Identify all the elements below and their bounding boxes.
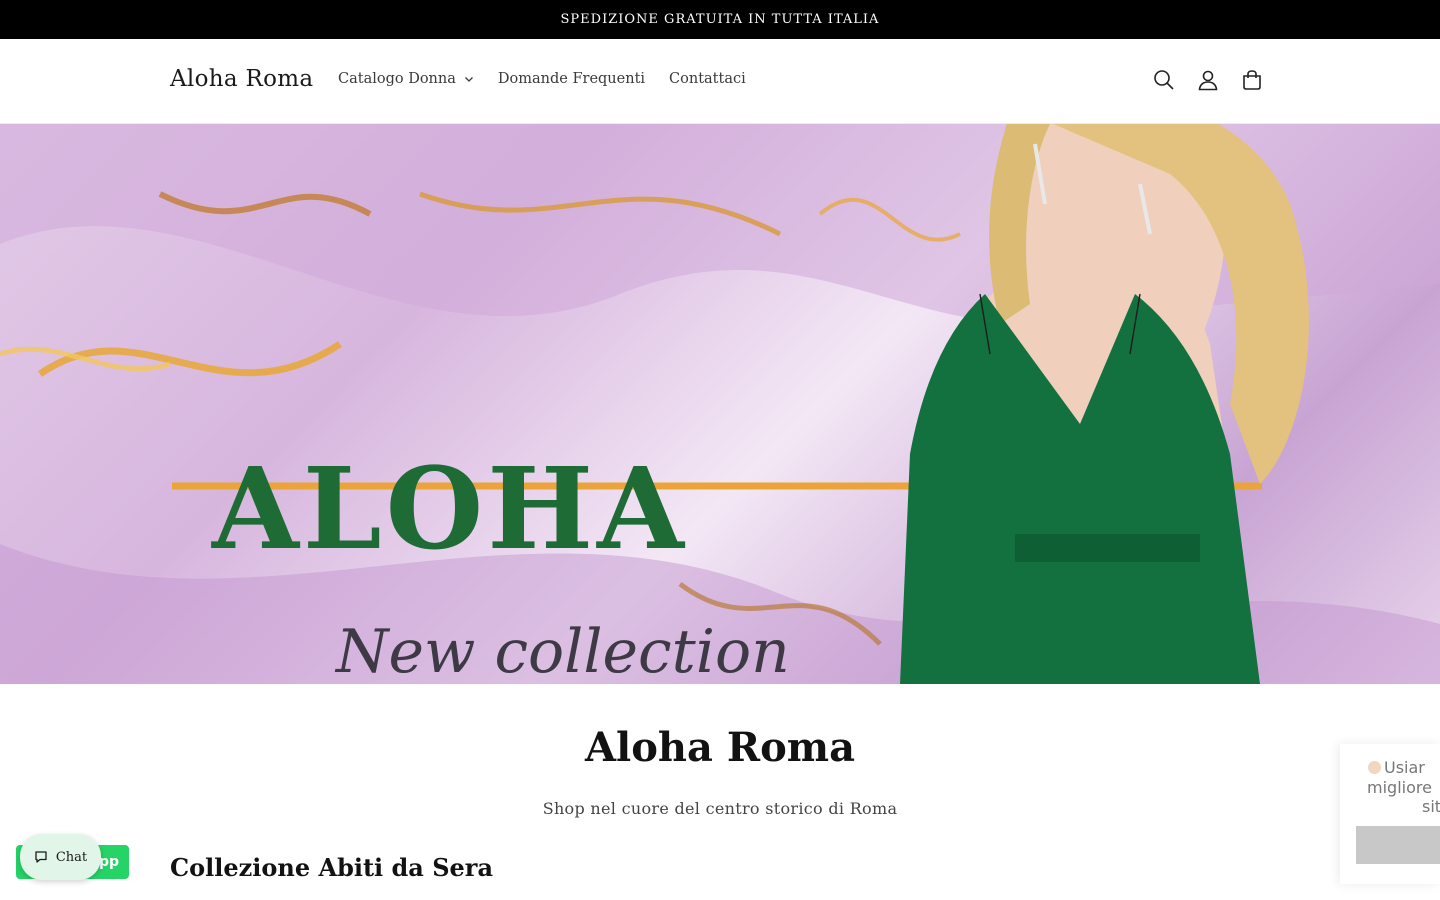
hero-subtitle-text: New collection	[336, 617, 790, 684]
header-icons	[1150, 66, 1266, 94]
hero-image	[0, 124, 1440, 684]
main-nav: Catalogo Donna Domande Frequenti Contatt…	[338, 71, 770, 87]
cookie-text-line-3: sit	[1422, 797, 1440, 816]
announcement-bar: SPEDIZIONE GRATUITA IN TUTTA ITALIA	[0, 0, 1440, 39]
nav-item-contattaci[interactable]: Contattaci	[669, 71, 746, 87]
site-logo[interactable]: Aloha Roma	[170, 66, 313, 92]
chat-icon	[35, 851, 47, 863]
page-subtitle: Shop nel cuore del centro storico di Rom…	[542, 799, 898, 818]
cookie-banner: Usiar migliore sit	[1340, 744, 1440, 884]
site-header: Aloha Roma Catalogo Donna Domande Freque…	[0, 39, 1440, 124]
cookie-icon	[1368, 761, 1381, 774]
hero-brand-text: ALOHA	[212, 444, 688, 575]
collection-title: Collezione Abiti da Sera	[170, 853, 494, 882]
nav-item-catalogo-donna[interactable]: Catalogo Donna	[338, 71, 474, 87]
cart-icon[interactable]	[1238, 66, 1266, 94]
whatsapp-label: pp	[98, 854, 119, 870]
nav-item-label: Catalogo Donna	[338, 71, 456, 87]
search-icon[interactable]	[1150, 66, 1178, 94]
announcement-text: SPEDIZIONE GRATUITA IN TUTTA ITALIA	[560, 12, 880, 27]
hero-banner[interactable]: ALOHA New collection	[0, 124, 1440, 684]
cookie-text-line-2: migliore	[1367, 778, 1432, 797]
cookie-accept-button[interactable]	[1356, 826, 1440, 864]
nav-item-domande-frequenti[interactable]: Domande Frequenti	[498, 71, 645, 87]
page-title: Aloha Roma	[585, 724, 855, 771]
account-icon[interactable]	[1194, 66, 1222, 94]
cookie-text-line-1: Usiar	[1368, 758, 1425, 777]
chat-button[interactable]: Chat	[20, 834, 101, 880]
chevron-down-icon	[464, 77, 473, 82]
chat-label: Chat	[55, 849, 88, 865]
